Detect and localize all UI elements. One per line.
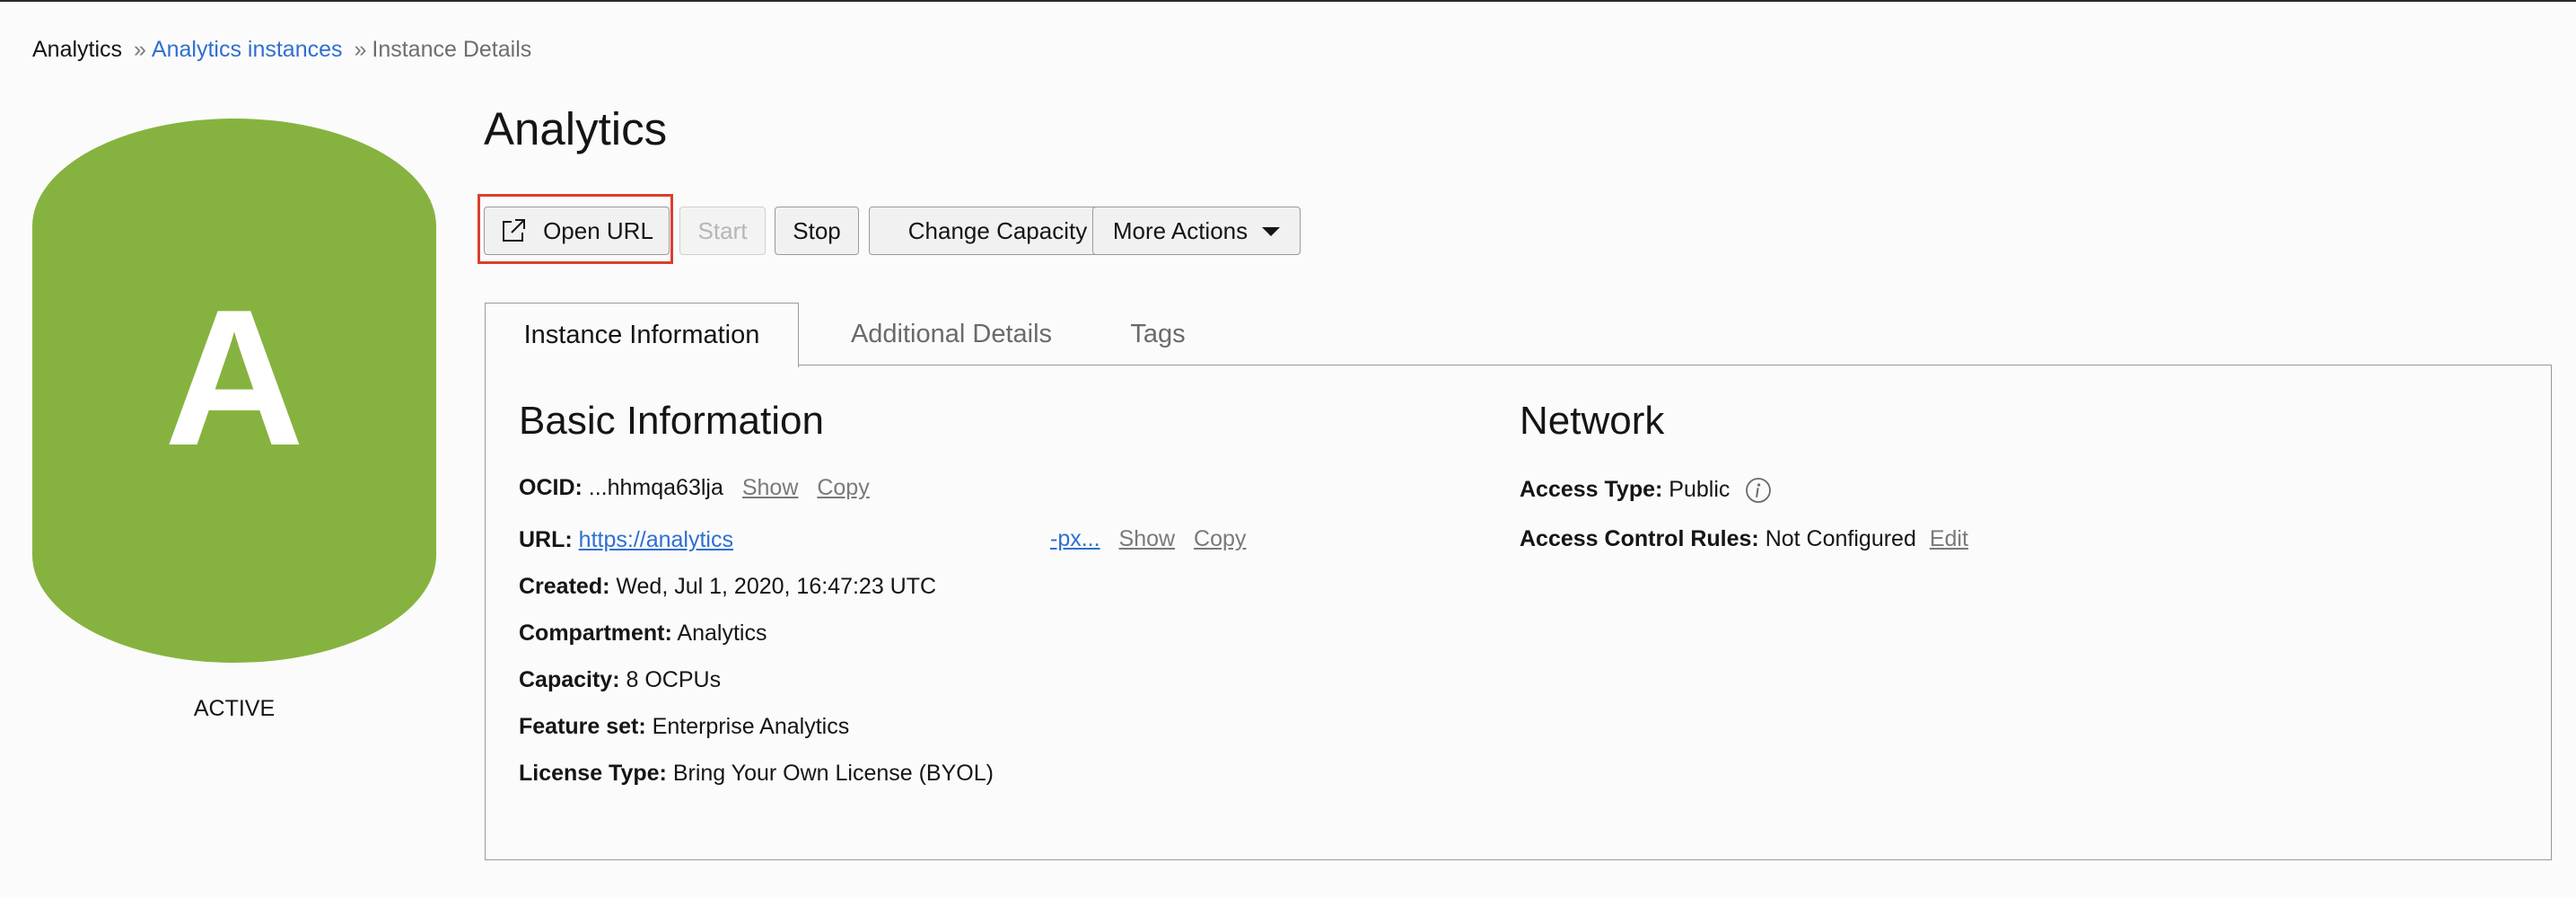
more-actions-label: More Actions xyxy=(1112,216,1249,244)
license-type-label: License Type: xyxy=(519,761,667,786)
feature-set-label: Feature set: xyxy=(519,714,646,739)
tab-tags[interactable]: Tags xyxy=(1091,303,1225,365)
breadcrumb-current: Instance Details xyxy=(372,37,532,62)
capacity-value: 8 OCPUs xyxy=(626,667,722,692)
compartment-label: Compartment: xyxy=(519,621,672,646)
start-button[interactable]: Start xyxy=(679,207,766,255)
access-type-value: Public xyxy=(1669,477,1730,502)
compartment-value: Analytics xyxy=(677,621,767,646)
ocid-copy-link[interactable]: Copy xyxy=(817,475,869,500)
url-label: URL: xyxy=(519,527,573,552)
info-icon[interactable] xyxy=(1745,477,1772,504)
url-row: URL: https://analytics xyxy=(519,526,733,553)
access-type-row: Access Type: Public xyxy=(1520,476,1772,504)
created-value: Wed, Jul 1, 2020, 16:47:23 UTC xyxy=(616,574,937,599)
basic-information-title: Basic Information xyxy=(519,399,824,443)
breadcrumb-separator: » xyxy=(134,37,146,62)
external-link-icon xyxy=(503,219,526,242)
open-url-label: Open URL xyxy=(543,216,653,244)
license-type-value: Bring Your Own License (BYOL) xyxy=(672,761,994,786)
instance-information-panel: Basic Information OCID: ...hhmqa63lja Sh… xyxy=(485,365,2552,860)
url-link-start[interactable]: https://analytics xyxy=(579,527,733,552)
created-row: Created: Wed, Jul 1, 2020, 16:47:23 UTC xyxy=(519,573,936,600)
access-type-label: Access Type: xyxy=(1520,477,1663,502)
open-url-button[interactable]: Open URL xyxy=(484,207,670,255)
more-actions-button[interactable]: More Actions xyxy=(1092,207,1301,255)
ocid-label: OCID: xyxy=(519,475,583,500)
page-title: Analytics xyxy=(484,103,668,154)
top-border xyxy=(0,0,2576,2)
ocid-value: ...hhmqa63lja xyxy=(588,475,723,500)
url-copy-link[interactable]: Copy xyxy=(1194,526,1246,551)
status-label: ACTIVE xyxy=(193,696,276,721)
breadcrumb-link-analytics-instances[interactable]: Analytics instances xyxy=(152,37,343,62)
network-title: Network xyxy=(1520,399,1665,443)
stop-button[interactable]: Stop xyxy=(775,207,859,255)
access-control-rules-edit-link[interactable]: Edit xyxy=(1930,526,1968,551)
created-label: Created: xyxy=(519,574,610,599)
url-show-link[interactable]: Show xyxy=(1119,526,1176,551)
instance-icon-letter: A xyxy=(164,269,304,486)
ocid-show-link[interactable]: Show xyxy=(742,475,799,500)
license-type-row: License Type: Bring Your Own License (BY… xyxy=(519,760,994,787)
access-control-rules-value: Not Configured xyxy=(1765,526,1916,551)
change-capacity-button[interactable]: Change Capacity xyxy=(869,207,1126,255)
url-row-end: -px... Show Copy xyxy=(1050,525,1246,552)
tab-instance-information[interactable]: Instance Information xyxy=(485,303,799,367)
breadcrumb: Analytics » Analytics instances » Instance… xyxy=(32,36,531,63)
access-control-rules-row: Access Control Rules: Not Configured Edi… xyxy=(1520,525,1968,552)
compartment-row: Compartment: Analytics xyxy=(519,620,767,647)
url-link-end[interactable]: -px... xyxy=(1050,526,1100,551)
capacity-label: Capacity: xyxy=(519,667,620,692)
breadcrumb-root[interactable]: Analytics xyxy=(32,37,122,62)
tab-additional-details[interactable]: Additional Details xyxy=(817,303,1086,365)
ocid-row: OCID: ...hhmqa63lja Show Copy xyxy=(519,474,870,501)
caret-down-icon xyxy=(1262,227,1281,236)
feature-set-value: Enterprise Analytics xyxy=(652,714,850,739)
capacity-row: Capacity: 8 OCPUs xyxy=(519,666,721,693)
feature-set-row: Feature set: Enterprise Analytics xyxy=(519,713,849,740)
breadcrumb-separator: » xyxy=(354,37,367,62)
access-control-rules-label: Access Control Rules: xyxy=(1520,526,1759,551)
